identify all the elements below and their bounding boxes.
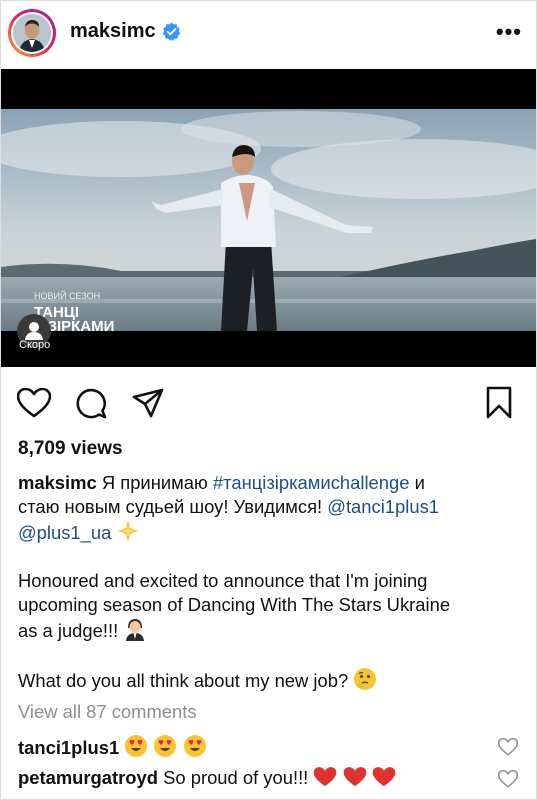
bookmark-icon[interactable] <box>485 386 513 420</box>
post-video[interactable]: НОВИЙ СЕЗОН ТАНЦІ З ЗІРКАМИ Скоро <box>1 69 536 367</box>
caption-text: as a judge!!! <box>18 620 124 641</box>
mention-link[interactable]: @plus1_ua <box>18 522 111 543</box>
man-judge-emoji-icon <box>126 619 145 641</box>
heart-eyes-emoji-icon <box>125 735 148 757</box>
comment-row: tanci1plus1 <box>18 734 498 759</box>
caption-text: стаю новым судьей шоу! Увидимся! <box>18 496 328 517</box>
comment-row: petamurgatroyd So proud of you!!! <box>18 766 498 789</box>
heart-icon[interactable] <box>17 388 51 418</box>
thinking-emoji-icon <box>354 668 377 690</box>
comment-like-icon[interactable] <box>498 738 518 756</box>
caption-text: Я принимаю <box>96 472 213 493</box>
heart-eyes-emoji-icon <box>183 735 206 757</box>
username[interactable]: maksimc <box>70 20 156 43</box>
caption-text: Honoured and excited to announce that I'… <box>18 570 428 591</box>
avatar-image <box>13 14 51 52</box>
red-heart-emoji-icon <box>372 767 395 787</box>
post-caption: maksimc Я принимаю #танцізіркамиchalleng… <box>18 472 451 691</box>
comment-icon[interactable] <box>75 387 107 419</box>
post-header: maksimc ••• <box>1 1 536 65</box>
video-frame: НОВИЙ СЕЗОН ТАНЦІ З ЗІРКАМИ <box>1 109 536 331</box>
verified-badge-icon <box>162 22 181 41</box>
caption-username[interactable]: maksimc <box>18 472 97 493</box>
view-all-comments-link[interactable]: View all 87 comments <box>18 701 197 723</box>
more-options-button[interactable]: ••• <box>496 19 522 45</box>
comment-username[interactable]: tanci1plus1 <box>18 737 119 758</box>
red-heart-emoji-icon <box>343 767 366 787</box>
action-bar <box>1 383 536 423</box>
share-icon[interactable] <box>132 388 164 418</box>
red-heart-emoji-icon <box>314 767 337 787</box>
video-chip-label: Скоро <box>19 339 51 351</box>
view-count[interactable]: 8,709 views <box>18 438 123 460</box>
mention-link[interactable]: @tanci1plus1 <box>327 496 439 517</box>
comment-username[interactable]: petamurgatroyd <box>18 767 158 788</box>
heart-eyes-emoji-icon <box>154 735 177 757</box>
caption-text: upcoming season of Dancing With The Star… <box>18 594 451 615</box>
hashtag-link[interactable]: #танцізіркамиchallenge <box>213 472 410 493</box>
overlay-small-text: НОВИЙ СЕЗОН <box>34 290 100 301</box>
caption-text: What do you all think about my new job? <box>18 670 354 691</box>
comment-like-icon[interactable] <box>498 770 518 788</box>
avatar[interactable] <box>8 9 56 57</box>
sparkle-emoji-icon <box>118 520 139 542</box>
